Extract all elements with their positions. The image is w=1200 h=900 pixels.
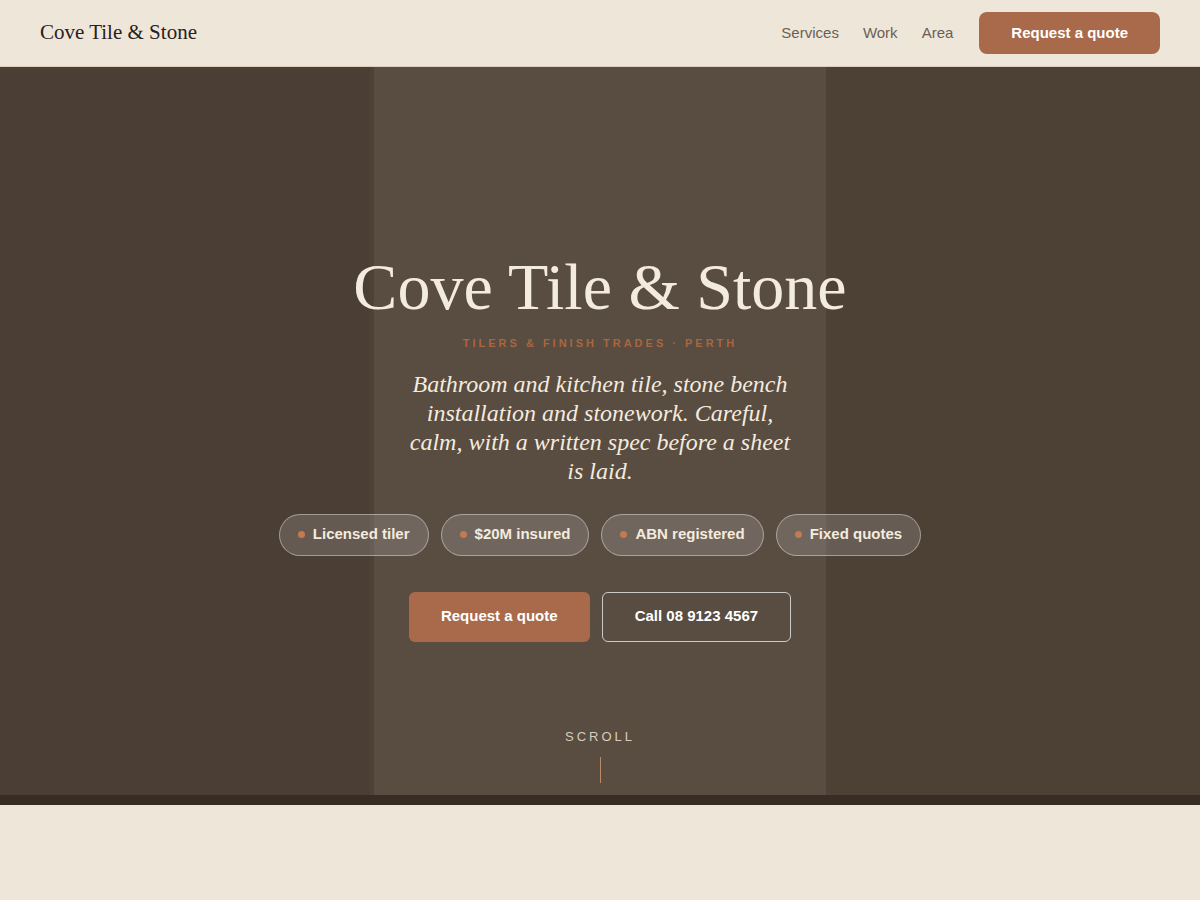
trust-badge: Licensed tiler — [279, 514, 429, 556]
badge-dot-icon — [620, 531, 627, 538]
hero: Cove Tile & Stone TILERS & FINISH TRADES … — [0, 67, 1200, 805]
scroll-label: SCROLL — [565, 727, 635, 747]
hero-title: Cove Tile & Stone — [353, 247, 846, 327]
hero-overlay: Cove Tile & Stone TILERS & FINISH TRADES … — [0, 67, 1200, 805]
trust-badge: Fixed quotes — [776, 514, 922, 556]
hero-tagline: Bathroom and kitchen tile, stone bench i… — [400, 370, 800, 486]
brand[interactable]: Cove Tile & Stone — [40, 17, 197, 49]
nav-link[interactable]: Work — [863, 22, 898, 45]
badge-dot-icon — [460, 531, 467, 538]
page: Cove Tile & Stone Services Work Area Request… — [0, 0, 1200, 900]
quote-button[interactable]: Request a quote — [979, 12, 1160, 54]
badge-dot-icon — [795, 531, 802, 538]
trust-badge: $20M insured — [441, 514, 590, 556]
hero-actions: Request a quoteCall 08 9123 4567 — [409, 592, 791, 642]
call-button[interactable]: Call 08 9123 4567 — [602, 592, 791, 642]
trust-badge: ABN registered — [601, 514, 763, 556]
nav-link[interactable]: Area — [922, 22, 954, 45]
nav-link[interactable]: Services — [781, 22, 839, 45]
scroll-indicator[interactable]: SCROLL — [0, 727, 1200, 783]
request-quote-button[interactable]: Request a quote — [409, 592, 590, 642]
scroll-line-icon — [600, 757, 601, 783]
badge-row: Licensed tiler $20M insured ABN registered… — [279, 514, 921, 556]
site-header: Cove Tile & Stone Services Work Area Request… — [0, 0, 1200, 67]
badge-dot-icon — [298, 531, 305, 538]
main-nav: Services Work Area Request a quote — [781, 12, 1160, 54]
hero-eyebrow: TILERS & FINISH TRADES · PERTH — [463, 335, 738, 352]
